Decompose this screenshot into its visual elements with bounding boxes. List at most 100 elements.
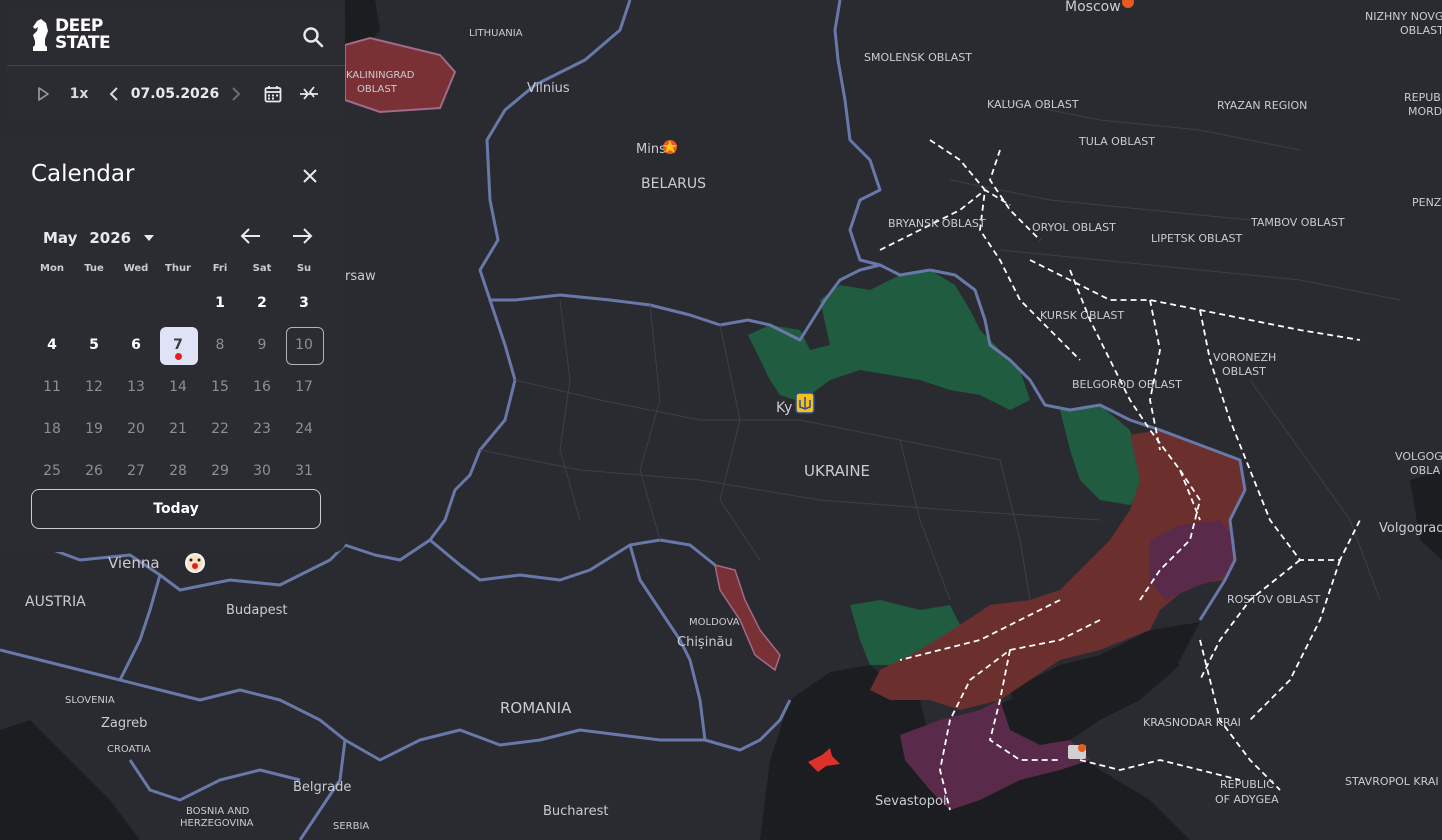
close-icon[interactable] xyxy=(299,165,321,187)
chevron-right-icon xyxy=(232,87,241,101)
label-budapest: Budapest xyxy=(226,603,288,618)
search-icon[interactable] xyxy=(301,25,325,49)
day-number: 23 xyxy=(253,421,271,437)
prev-day-button[interactable] xyxy=(104,77,124,111)
calendar-day[interactable]: 30 xyxy=(241,450,283,492)
label-vilnius: Vilnius xyxy=(527,81,570,96)
calendar-day[interactable]: 6 xyxy=(115,324,157,366)
label-voronezh-2: OBLAST xyxy=(1222,365,1266,378)
today-button[interactable]: Today xyxy=(31,489,321,529)
calendar-day[interactable]: 19 xyxy=(73,408,115,450)
label-ryazan: RYAZAN REGION xyxy=(1217,99,1307,112)
calendar-day-today[interactable]: 10 xyxy=(283,324,325,366)
calendar-panel: Calendar May 2026 Mon Tue Wed Thur Fri S… xyxy=(0,139,345,552)
next-day-button[interactable] xyxy=(226,77,246,111)
calendar-day[interactable]: 13 xyxy=(115,366,157,408)
label-kursk: KURSK OBLAST xyxy=(1040,309,1124,322)
day-number: 25 xyxy=(43,463,61,479)
capital-marker-minsk[interactable] xyxy=(663,140,677,154)
label-ukraine: UKRAINE xyxy=(804,462,870,480)
day-number: 7 xyxy=(173,337,183,353)
label-austria: AUSTRIA xyxy=(25,594,86,610)
calendar-day[interactable]: 14 xyxy=(157,366,199,408)
label-sevastopol: Sevastopol xyxy=(875,794,947,809)
label-bosnia-2: HERZEGOVINA xyxy=(180,818,254,829)
knight-logo-icon xyxy=(33,19,48,51)
calendar-day[interactable]: 25 xyxy=(31,450,73,492)
calendar-day[interactable]: 26 xyxy=(73,450,115,492)
day-number: 29 xyxy=(211,463,229,479)
calendar-day[interactable]: 17 xyxy=(283,366,325,408)
calendar-day[interactable]: 11 xyxy=(31,366,73,408)
compare-button[interactable] xyxy=(296,77,322,111)
speed-button[interactable]: 1x xyxy=(67,77,91,111)
calendar-day[interactable]: 18 xyxy=(31,408,73,450)
calendar-day[interactable]: 16 xyxy=(241,366,283,408)
logo-line-2: STATE xyxy=(55,33,111,53)
label-voronezh: VORONEZH xyxy=(1213,351,1276,364)
play-button[interactable] xyxy=(33,77,53,111)
day-number: 17 xyxy=(295,379,313,395)
month-label: May xyxy=(43,229,78,247)
calendar-day[interactable]: 12 xyxy=(73,366,115,408)
day-number: 26 xyxy=(85,463,103,479)
calendar-day[interactable]: 22 xyxy=(199,408,241,450)
label-serbia: SERBIA xyxy=(333,821,369,832)
calendar-days-grid: 1 2 3 4 5 6 7 8 9 10 11 12 13 14 15 16 1… xyxy=(31,282,325,492)
calendar-day[interactable]: 31 xyxy=(283,450,325,492)
bridge-marker[interactable] xyxy=(1068,744,1086,759)
current-date[interactable]: 07.05.2026 xyxy=(131,77,220,111)
panel-divider xyxy=(7,65,345,66)
day-number: 2 xyxy=(257,295,267,311)
arrow-left-icon[interactable] xyxy=(240,227,262,245)
calendar-title: Calendar xyxy=(31,161,135,187)
calendar-button[interactable] xyxy=(261,77,285,111)
app-logo[interactable]: DEEP STATE xyxy=(29,17,111,53)
calendar-day-selected[interactable]: 7 xyxy=(157,324,199,366)
calendar-day[interactable]: 27 xyxy=(115,450,157,492)
calendar-icon xyxy=(264,86,282,103)
calendar-day[interactable]: 3 xyxy=(283,282,325,324)
coat-of-arms-kyiv[interactable] xyxy=(795,392,815,414)
clown-marker-vienna[interactable] xyxy=(185,553,205,573)
arrow-right-icon[interactable] xyxy=(291,227,313,245)
calendar-day[interactable]: 21 xyxy=(157,408,199,450)
calendar-day-empty xyxy=(31,282,73,324)
label-belgorod: BELGOROD OBLAST xyxy=(1072,378,1182,391)
compare-arrows-icon xyxy=(300,86,318,100)
label-lipetsk: LIPETSK OBLAST xyxy=(1151,232,1242,245)
day-number: 11 xyxy=(43,379,61,395)
calendar-day[interactable]: 1 xyxy=(199,282,241,324)
calendar-day[interactable]: 29 xyxy=(199,450,241,492)
label-adygea-2: OF ADYGEA xyxy=(1215,793,1279,806)
label-belarus: BELARUS xyxy=(641,176,706,192)
timeline-controls: 1x 07.05.2026 xyxy=(7,77,345,111)
calendar-day[interactable]: 20 xyxy=(115,408,157,450)
label-croatia: CROATIA xyxy=(107,744,151,755)
label-nizhny: NIZHNY NOVG xyxy=(1365,10,1442,23)
calendar-day[interactable]: 9 xyxy=(241,324,283,366)
calendar-day[interactable]: 24 xyxy=(283,408,325,450)
calendar-day[interactable]: 28 xyxy=(157,450,199,492)
month-year-select[interactable]: May 2026 xyxy=(43,229,155,247)
label-lithuania: LITHUANIA xyxy=(469,28,523,39)
weekday-header: Mon Tue Wed Thur Fri Sat Su xyxy=(31,263,325,274)
calendar-day[interactable]: 8 xyxy=(199,324,241,366)
calendar-day[interactable]: 5 xyxy=(73,324,115,366)
label-zagreb: Zagreb xyxy=(101,716,147,731)
calendar-day[interactable]: 4 xyxy=(31,324,73,366)
calendar-day[interactable]: 15 xyxy=(199,366,241,408)
label-republic-mord-2: MORD xyxy=(1408,105,1442,118)
label-rostov: ROSTOV OBLAST xyxy=(1227,593,1321,606)
day-number: 1 xyxy=(215,295,225,311)
label-smolensk: SMOLENSK OBLAST xyxy=(864,51,972,64)
calendar-day[interactable]: 23 xyxy=(241,408,283,450)
day-number: 6 xyxy=(131,337,141,353)
weekday-label: Fri xyxy=(212,263,228,274)
calendar-day-empty xyxy=(73,282,115,324)
calendar-day[interactable]: 2 xyxy=(241,282,283,324)
day-number: 5 xyxy=(89,337,99,353)
label-volgograd-obl: VOLGOG xyxy=(1395,450,1442,463)
label-bryansk: BRYANSK OBLAST xyxy=(888,217,986,230)
day-number: 27 xyxy=(127,463,145,479)
